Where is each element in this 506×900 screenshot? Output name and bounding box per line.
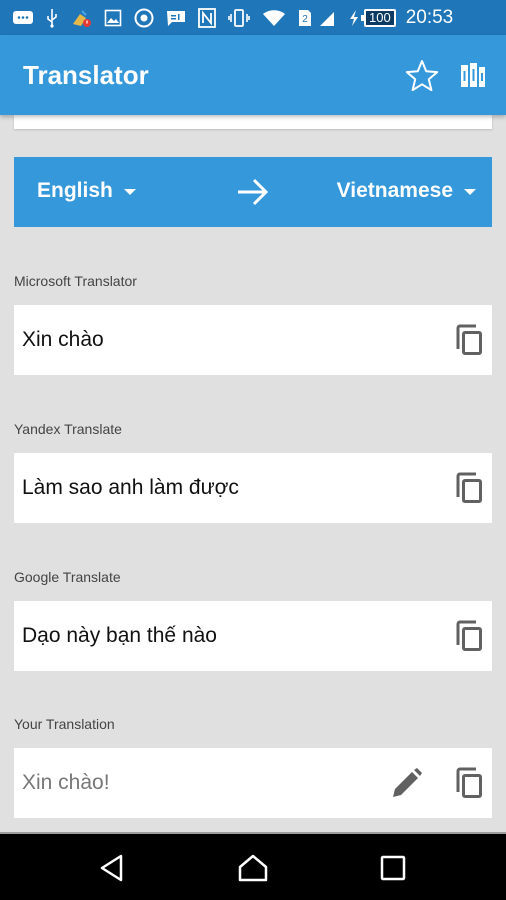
back-icon xyxy=(100,854,123,882)
app-title: Translator xyxy=(23,59,149,90)
copy-button[interactable] xyxy=(451,618,487,654)
recents-icon xyxy=(380,855,406,881)
copy-icon xyxy=(456,620,482,651)
usb-icon xyxy=(46,7,58,29)
home-button[interactable] xyxy=(233,850,273,886)
copy-icon xyxy=(456,324,482,355)
charging-icon xyxy=(348,7,360,29)
target-language-dropdown[interactable]: Vietnamese xyxy=(337,179,476,203)
source-text-card[interactable] xyxy=(14,115,492,129)
copy-button[interactable] xyxy=(451,322,487,358)
chrome-icon xyxy=(134,7,154,29)
cleaner-alert-icon xyxy=(70,7,92,29)
provider-label-google: Google Translate xyxy=(14,569,121,585)
copy-icon xyxy=(456,767,482,798)
chat-bubble-icon xyxy=(12,7,34,29)
your-translation-card: Xin chào! xyxy=(14,748,492,818)
provider-label-microsoft: Microsoft Translator xyxy=(14,273,137,289)
result-text: Dạo này bạn thế nào xyxy=(22,624,217,647)
chevron-down-icon xyxy=(123,189,136,195)
svg-text:2: 2 xyxy=(302,14,308,25)
result-text: Xin chào xyxy=(22,328,104,351)
books-icon xyxy=(461,63,485,87)
result-card-yandex: Làm sao anh làm được xyxy=(14,453,492,523)
battery-indicator: 100 xyxy=(361,8,396,27)
app-bar: Translator xyxy=(0,35,506,115)
result-card-microsoft: Xin chào xyxy=(14,305,492,375)
gallery-icon xyxy=(104,7,122,29)
status-bar: 2 100 20:53 xyxy=(0,0,506,35)
provider-label-yandex: Yandex Translate xyxy=(14,421,122,437)
clock: 20:53 xyxy=(405,6,454,28)
message-icon xyxy=(166,7,186,29)
signal-icon xyxy=(318,7,336,29)
copy-button[interactable] xyxy=(451,765,487,801)
edit-button[interactable] xyxy=(389,765,425,801)
wifi-icon xyxy=(262,7,286,29)
sim-2-icon: 2 xyxy=(298,7,312,29)
arrow-right-icon xyxy=(238,178,269,206)
back-button[interactable] xyxy=(92,850,132,886)
result-text: Làm sao anh làm được xyxy=(22,476,239,499)
copy-button[interactable] xyxy=(451,470,487,506)
chevron-down-icon xyxy=(464,189,476,195)
your-translation-label: Your Translation xyxy=(14,716,115,732)
system-navigation-bar xyxy=(0,832,506,900)
recents-button[interactable] xyxy=(373,850,413,886)
result-card-google: Dạo này bạn thế nào xyxy=(14,601,492,671)
star-outline-icon xyxy=(405,60,439,91)
swap-languages-button[interactable] xyxy=(236,177,270,212)
vibrate-icon xyxy=(228,7,250,29)
copy-icon xyxy=(456,472,482,503)
source-language-label: English xyxy=(37,179,113,202)
your-translation-text[interactable]: Xin chào! xyxy=(22,771,389,795)
home-icon xyxy=(238,854,268,882)
target-language-label: Vietnamese xyxy=(336,179,453,202)
pencil-icon xyxy=(393,768,422,797)
favorite-button[interactable] xyxy=(402,55,442,95)
nfc-icon xyxy=(198,7,216,29)
source-language-dropdown[interactable]: English xyxy=(37,179,136,203)
language-bar: English Vietnamese xyxy=(14,157,492,227)
library-button[interactable] xyxy=(454,55,494,95)
